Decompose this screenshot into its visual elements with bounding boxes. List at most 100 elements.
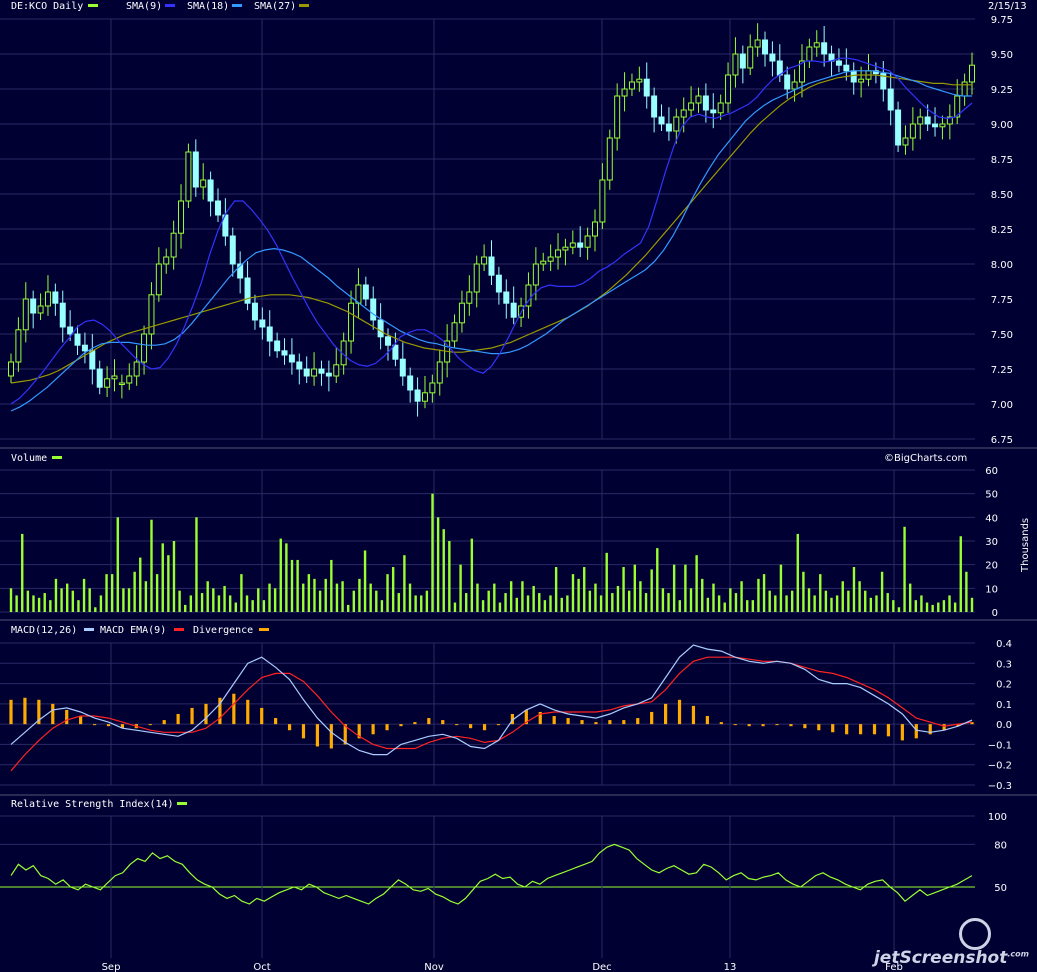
- candle-body: [74, 333, 81, 346]
- volume-tick-label: 60: [985, 466, 998, 477]
- candle-body: [148, 294, 155, 335]
- volume-bar: [538, 593, 541, 612]
- candle-body: [680, 109, 687, 118]
- sma9-legend-swatch: [165, 4, 175, 7]
- volume-bar: [245, 595, 249, 612]
- volume-bar: [807, 588, 811, 612]
- macd-ema-label: MACD EMA(9): [100, 625, 166, 636]
- candle-body: [540, 260, 547, 265]
- candle-body: [141, 333, 148, 363]
- volume-bar: [498, 602, 502, 612]
- candle-body: [784, 74, 791, 90]
- sma9-line: [10, 57, 973, 405]
- volume-bar: [937, 602, 940, 612]
- volume-bar: [504, 593, 507, 612]
- divergence-bar: [622, 720, 626, 725]
- volume-bar: [60, 588, 63, 612]
- x-tick-label: 13: [724, 962, 737, 972]
- divergence-bar: [733, 724, 737, 726]
- volume-bar: [526, 595, 530, 612]
- divergence-bar: [427, 718, 431, 725]
- volume-bar: [172, 541, 176, 612]
- camera-icon: [959, 918, 991, 950]
- volume-bar: [650, 569, 653, 612]
- divergence-bar: [246, 699, 250, 725]
- volume-bar: [953, 602, 957, 612]
- candle-body: [429, 382, 436, 394]
- volume-bar: [82, 578, 86, 612]
- watermark-small: .com: [1007, 949, 1029, 959]
- volume-bar: [133, 571, 136, 612]
- volume-bar: [824, 590, 828, 612]
- candle-body: [348, 302, 355, 342]
- volume-bars: [9, 493, 974, 612]
- volume-bar: [386, 574, 389, 612]
- x-tick-label: Sep: [102, 962, 121, 972]
- volume-bar: [330, 559, 333, 612]
- volume-bar: [858, 581, 861, 612]
- candle-body: [473, 263, 480, 293]
- volume-bar: [661, 588, 665, 612]
- volume-legend-swatch: [52, 456, 62, 459]
- volume-bar: [622, 567, 625, 612]
- price-tick-label: 8.50: [991, 190, 1013, 201]
- volume-bar: [341, 581, 344, 612]
- rsi-line: [10, 843, 973, 905]
- volume-bar: [189, 595, 193, 612]
- rsi-tick-label: 100: [988, 812, 1007, 823]
- divergence-bar: [315, 724, 320, 747]
- divergence-bar: [92, 724, 97, 726]
- price-tick-label: 8.00: [991, 260, 1013, 271]
- volume-bar: [746, 600, 749, 612]
- divergence-bar: [455, 724, 459, 726]
- divergence-bar: [65, 709, 69, 725]
- rsi-tick-label: 80: [994, 840, 1007, 851]
- candle-body: [688, 102, 695, 111]
- volume-bar: [436, 517, 440, 612]
- candle-body: [8, 361, 14, 377]
- volume-bar: [549, 595, 552, 612]
- divergence-bar: [9, 699, 13, 725]
- divergence-bar: [775, 724, 779, 726]
- candle-body: [192, 151, 199, 188]
- volume-bar: [706, 597, 710, 612]
- volume-bar: [667, 593, 670, 612]
- candle-body: [407, 375, 414, 391]
- volume-bar: [403, 555, 406, 612]
- volume-bar: [470, 538, 474, 612]
- volume-bar: [279, 538, 282, 612]
- price-tick-label: 9.25: [991, 85, 1013, 96]
- volume-bar: [150, 519, 153, 612]
- volume-bar: [375, 590, 378, 612]
- candle-body: [895, 109, 902, 146]
- volume-bar: [948, 595, 951, 612]
- chart-root: DE:KCO Daily SMA(9) SMA(18) SMA(27) 2/15…: [0, 0, 1037, 972]
- volume-bar: [515, 597, 518, 612]
- rsi-legend-swatch: [177, 802, 187, 805]
- volume-bar: [920, 595, 923, 612]
- macd-tick-label: 0.1: [996, 700, 1012, 711]
- volume-bar: [796, 533, 799, 612]
- price-axis: 6.75 7.00 7.25 7.50 7.75 8.00 8.25 8.50 8.75 9.00…: [991, 15, 1013, 446]
- volume-bar: [262, 600, 266, 612]
- divergence-bar: [747, 724, 751, 727]
- candle-body: [185, 151, 192, 202]
- candle-body: [370, 298, 377, 321]
- volume-bar: [94, 607, 97, 612]
- price-tick-label: 7.75: [991, 295, 1013, 306]
- volume-bar: [99, 595, 103, 612]
- volume-bar: [768, 590, 771, 612]
- volume-bar: [88, 588, 91, 612]
- volume-bar: [144, 581, 148, 612]
- volume-bar: [71, 590, 75, 612]
- sma27-legend-swatch: [299, 4, 309, 7]
- candle-body: [414, 389, 421, 402]
- divergence-bar: [496, 724, 501, 726]
- candle-body: [532, 263, 539, 286]
- candle-body: [288, 354, 295, 363]
- volume-bar: [656, 548, 659, 612]
- volume-bar: [397, 593, 400, 612]
- volume-bar: [903, 526, 906, 612]
- rsi-tick-label: 50: [994, 883, 1007, 894]
- sma9-label: SMA(9): [126, 1, 162, 12]
